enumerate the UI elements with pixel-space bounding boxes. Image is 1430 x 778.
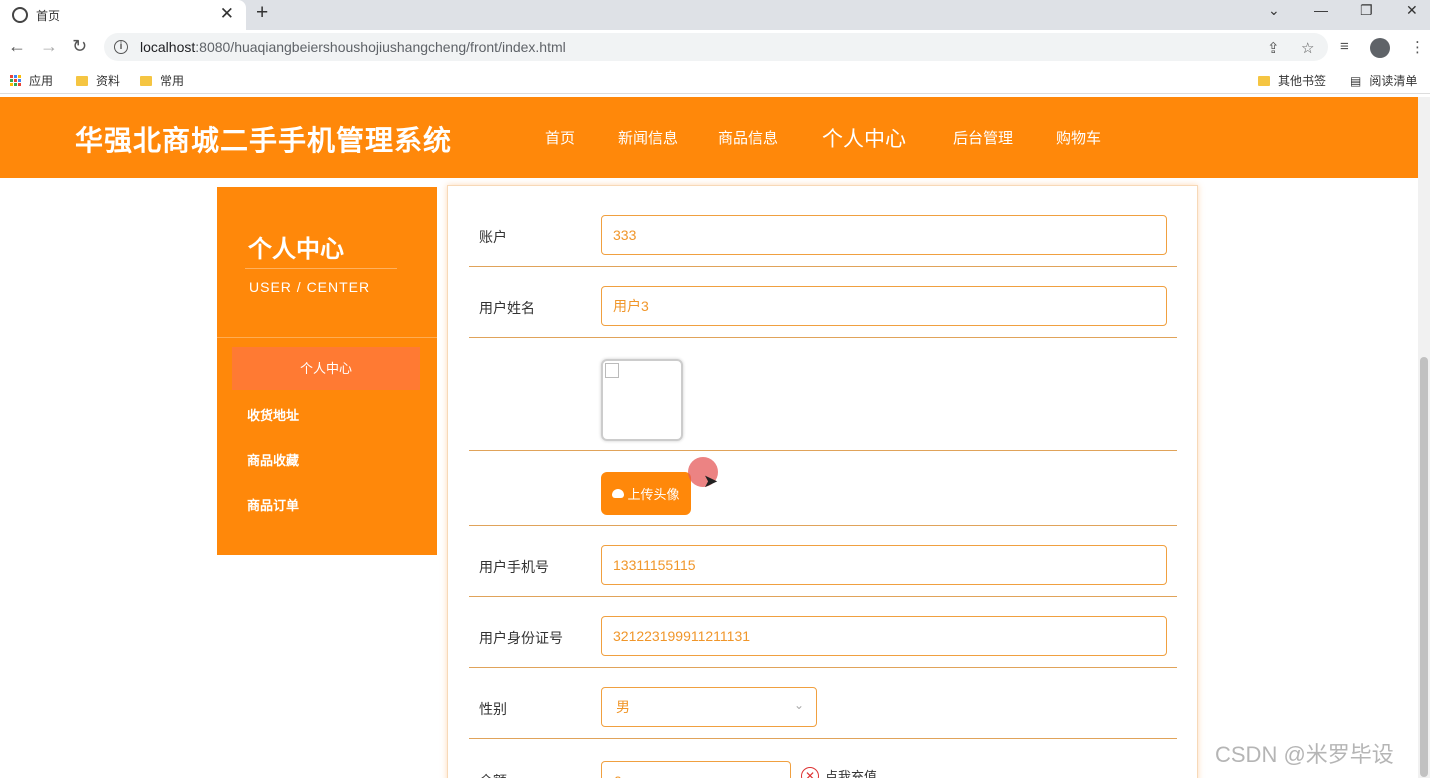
minimize-icon[interactable]: — — [1314, 2, 1328, 18]
divider — [469, 525, 1177, 526]
sidebar-item-favorites[interactable]: 商品收藏 — [247, 450, 299, 469]
reading-list-icon: ▤ — [1350, 73, 1362, 88]
bookmark-label: 应用 — [29, 74, 54, 88]
divider — [469, 667, 1177, 668]
bookmark-label: 资料 — [96, 74, 121, 88]
account-label: 账户 — [479, 229, 507, 245]
divider — [469, 738, 1177, 739]
bookmark-label: 其他书签 — [1278, 74, 1327, 88]
media-control-icon[interactable]: ≡ — [1340, 38, 1349, 55]
url-path: :8080/huaqiangbeiershoushojiushangcheng/… — [195, 39, 566, 55]
menu-kebab-icon[interactable]: ⋮ — [1410, 38, 1425, 56]
scrollbar-thumb[interactable] — [1420, 357, 1428, 777]
chevron-down-icon: ⌄ — [793, 698, 804, 712]
page: 华强北商城二手手机管理系统 首页 新闻信息 商品信息 个人中心 后台管理 购物车… — [0, 97, 1418, 778]
upload-avatar-button[interactable]: 上传头像 — [601, 472, 691, 515]
bookmark-label: 阅读清单 — [1369, 74, 1418, 88]
folder-icon — [140, 75, 152, 86]
phone-input[interactable]: 13311155115 — [601, 545, 1167, 585]
cloud-upload-icon — [612, 489, 625, 498]
upload-avatar-label: 上传头像 — [627, 487, 680, 502]
account-input[interactable]: 333 — [601, 215, 1167, 255]
idcard-input[interactable]: 321223199911211131 — [601, 616, 1167, 656]
address-bar[interactable]: i localhost:8080/huaqiangbeiershoushojiu… — [104, 33, 1328, 61]
browser-tab[interactable]: 首页 ✕ — [0, 0, 246, 30]
sidebar-title: 个人中心 — [248, 236, 344, 263]
nav-cart[interactable]: 购物车 — [1056, 97, 1101, 178]
bookmark-star-icon[interactable]: ☆ — [1301, 39, 1314, 57]
amount-input[interactable]: 0 — [601, 761, 791, 778]
apps-grid-icon — [10, 75, 21, 86]
recharge-icon: ✕ — [801, 766, 819, 778]
tab-close-icon[interactable]: ✕ — [220, 4, 234, 24]
browser-tab-strip: 首页 ✕ 暂停 + ⌄ — ❐ ✕ — [0, 0, 1430, 30]
bookmark-other[interactable]: 其他书签 — [1258, 72, 1326, 89]
url-text[interactable]: localhost:8080/huaqiangbeiershoushojiush… — [140, 39, 566, 55]
favicon-icon — [12, 7, 28, 23]
recharge-link[interactable]: ✕ 点我充值 — [801, 766, 877, 778]
sidebar-subtitle: USER / CENTER — [249, 279, 371, 295]
gender-label: 性别 — [479, 701, 507, 717]
watermark: CSDN @米罗毕设 — [1215, 742, 1394, 767]
bookmark-folder[interactable]: 常用 — [140, 72, 184, 89]
profile-form: 账户 333 用户姓名 用户3 上传头像 用户手机号 13311155115 用… — [447, 185, 1198, 778]
mouse-cursor-icon: ➤ — [703, 471, 719, 491]
recharge-label: 点我充值 — [825, 769, 878, 778]
window-close-icon[interactable]: ✕ — [1406, 2, 1418, 19]
url-host: localhost — [140, 39, 196, 55]
name-label: 用户姓名 — [479, 300, 535, 316]
new-tab-button[interactable]: + — [256, 1, 268, 25]
browser-toolbar: ← → ↻ i localhost:8080/huaqiangbeiershou… — [0, 30, 1430, 64]
site-info-icon[interactable]: i — [114, 40, 128, 54]
forward-icon[interactable]: → — [40, 36, 58, 57]
nav-user-center[interactable]: 个人中心 — [822, 97, 906, 178]
broken-image-icon — [605, 363, 619, 378]
reading-list[interactable]: ▤ 阅读清单 — [1350, 72, 1417, 89]
divider — [469, 266, 1177, 267]
avatar-preview — [601, 359, 683, 441]
nav-admin[interactable]: 后台管理 — [953, 97, 1013, 178]
bookmark-folder[interactable]: 资料 — [76, 72, 120, 89]
divider — [217, 337, 437, 338]
divider — [469, 337, 1177, 338]
site-title[interactable]: 华强北商城二手手机管理系统 — [75, 119, 452, 159]
bookmark-label: 常用 — [160, 74, 185, 88]
divider — [469, 450, 1177, 451]
idcard-label: 用户身份证号 — [479, 630, 563, 646]
sidebar-item-user-center[interactable]: 个人中心 — [232, 347, 420, 390]
gender-value: 男 — [616, 699, 630, 715]
sidebar-item-address[interactable]: 收货地址 — [247, 405, 299, 424]
restore-icon[interactable]: ❐ — [1360, 2, 1373, 19]
amount-label: 余额 — [479, 771, 507, 778]
divider — [469, 596, 1177, 597]
sidebar-item-orders[interactable]: 商品订单 — [247, 495, 299, 514]
nav-products[interactable]: 商品信息 — [718, 97, 778, 178]
bookmarks-bar: 应用 资料 常用 其他书签 ▤ 阅读清单 — [0, 64, 1430, 94]
tab-title: 首页 — [36, 8, 61, 23]
gender-select[interactable]: 男 ⌄ — [601, 687, 817, 727]
nav-home[interactable]: 首页 — [545, 97, 575, 178]
profile-avatar-icon[interactable] — [1370, 38, 1390, 58]
folder-icon — [1258, 75, 1270, 86]
nav-news[interactable]: 新闻信息 — [618, 97, 678, 178]
divider — [245, 268, 397, 269]
folder-icon — [76, 75, 88, 86]
back-icon[interactable]: ← — [8, 36, 26, 57]
name-input[interactable]: 用户3 — [601, 286, 1167, 326]
share-icon[interactable]: ⇪ — [1267, 39, 1280, 57]
reload-icon[interactable]: ↻ — [72, 36, 87, 57]
phone-label: 用户手机号 — [479, 559, 549, 575]
site-header: 华强北商城二手手机管理系统 首页 新闻信息 商品信息 个人中心 后台管理 购物车 — [0, 97, 1418, 178]
tab-search-icon[interactable]: ⌄ — [1268, 2, 1280, 19]
user-sidebar: 个人中心 USER / CENTER 个人中心 收货地址 商品收藏 商品订单 — [217, 187, 437, 555]
bookmark-apps[interactable]: 应用 — [10, 72, 53, 89]
